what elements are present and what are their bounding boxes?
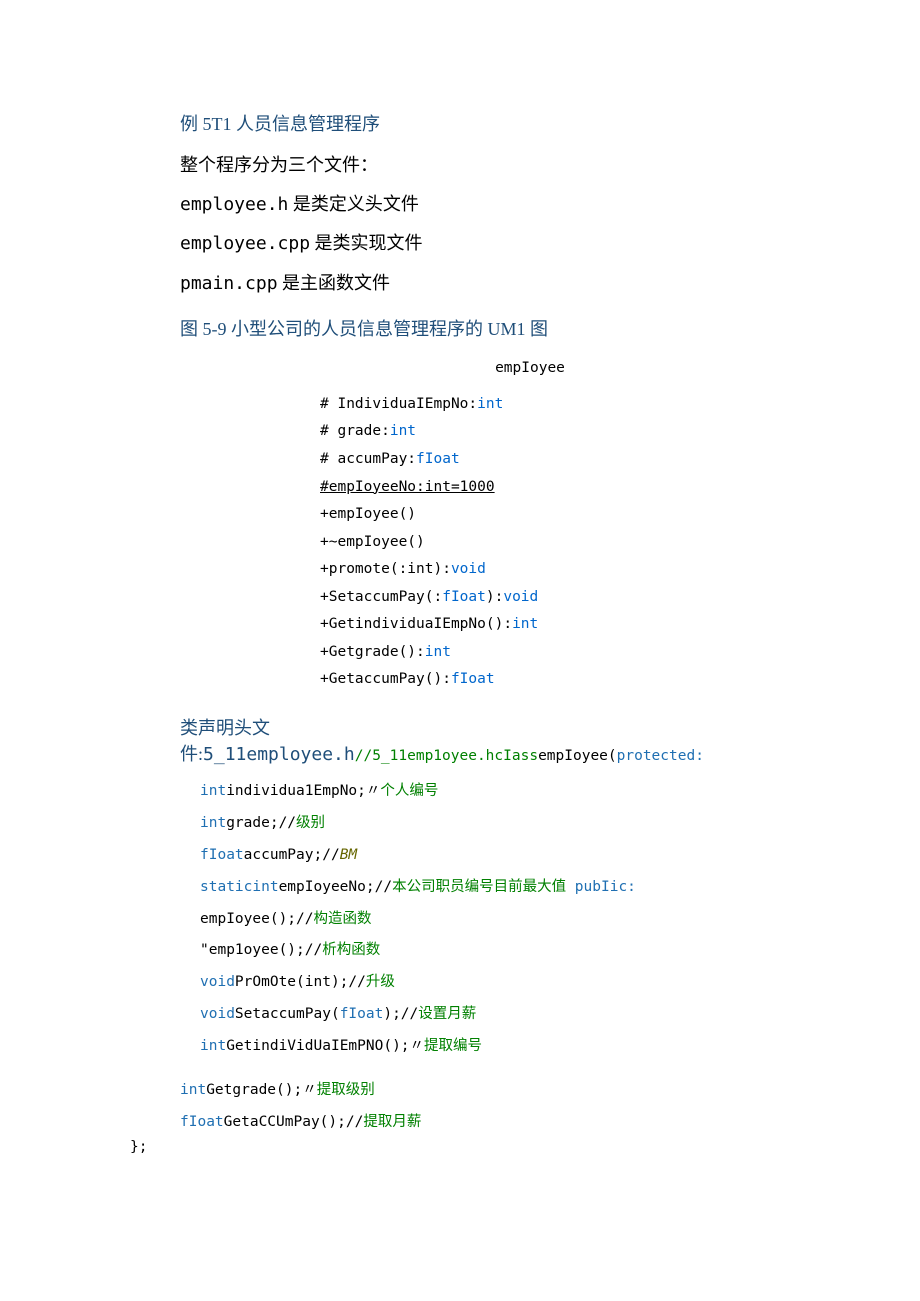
code-line: empIoyee();//构造函数	[200, 904, 780, 936]
filename-employee-cpp: employee.cpp	[180, 233, 310, 254]
heading-example: 例 5T1 人员信息管理程序	[180, 110, 780, 136]
code-tail: intGetgrade();〃提取级别fIoatGetaCCUmPay();//…	[180, 1075, 780, 1139]
codeheader-inline1: //5_11emp1oyee.hcIass	[355, 748, 538, 764]
code-line: staticintempIoyeeNo;//本公司职员编号目前最大值 pubIi…	[200, 872, 780, 904]
code-line: fIoatGetaCCUmPay();//提取月薪	[180, 1107, 780, 1139]
code-line: intindividua1EmpNo;〃个人编号	[200, 776, 780, 808]
uml-row: +GetindividuaIEmpNo():int	[320, 611, 780, 639]
codeheader-inline3: protected:	[617, 748, 704, 764]
uml-row: +~empIoyee()	[320, 529, 780, 557]
code-line: voidSetaccumPay(fIoat);//设置月薪	[200, 999, 780, 1031]
uml-row: #empIoyeeNo:int=1000	[320, 474, 780, 502]
code-line: fIoataccumPay;//BM	[200, 840, 780, 872]
uml-row: +Getgrade():int	[320, 639, 780, 667]
intro-line1: 整个程序分为三个文件：	[180, 150, 780, 181]
code-line: intgrade;//级别	[200, 808, 780, 840]
desc-main: 是主函数文件	[278, 273, 391, 293]
filename-pmain-cpp: pmain.cpp	[180, 273, 278, 294]
codeheader-filename: 5_11employee.h	[203, 744, 355, 765]
codeheader-inline2: empIoyee(	[538, 748, 617, 764]
uml-row: +GetaccumPay():fIoat	[320, 666, 780, 694]
closing-brace: };	[130, 1139, 780, 1155]
code-section-title: 类声明头文件:5_11employee.h//5_11emp1oyee.hcIa…	[180, 714, 780, 766]
intro-line2: employee.h 是类定义头文件	[180, 189, 780, 221]
uml-classname: empIoyee	[280, 355, 780, 383]
heading-uml: 图 5-9 小型公司的人员信息管理程序的 UM1 图	[180, 315, 780, 341]
code-line: voidPrOmOte(int);//升级	[200, 967, 780, 999]
desc-h: 是类定义头文件	[288, 194, 419, 214]
code-body: intindividua1EmpNo;〃个人编号intgrade;//级别fIo…	[200, 776, 780, 1063]
uml-row: +promote(:int):void	[320, 556, 780, 584]
uml-row: +empIoyee()	[320, 501, 780, 529]
document-page: 例 5T1 人员信息管理程序 整个程序分为三个文件： employee.h 是类…	[0, 0, 920, 1301]
desc-cpp: 是类实现文件	[310, 233, 423, 253]
uml-row: +SetaccumPay(:fIoat):void	[320, 584, 780, 612]
filename-employee-h: employee.h	[180, 194, 288, 215]
code-line: intGetgrade();〃提取级别	[180, 1075, 780, 1107]
uml-diagram: empIoyee # IndividuaIEmpNo:int# grade:in…	[320, 355, 780, 694]
intro-line4: pmain.cpp 是主函数文件	[180, 268, 780, 300]
code-line: "emp1oyee();//析构函数	[200, 935, 780, 967]
uml-row: # grade:int	[320, 418, 780, 446]
uml-row: # IndividuaIEmpNo:int	[320, 391, 780, 419]
uml-rows: # IndividuaIEmpNo:int# grade:int# accumP…	[320, 391, 780, 694]
intro-line3: employee.cpp 是类实现文件	[180, 228, 780, 260]
code-line: intGetindiVidUaIEmPNO();〃提取编号	[200, 1031, 780, 1063]
uml-row: # accumPay:fIoat	[320, 446, 780, 474]
